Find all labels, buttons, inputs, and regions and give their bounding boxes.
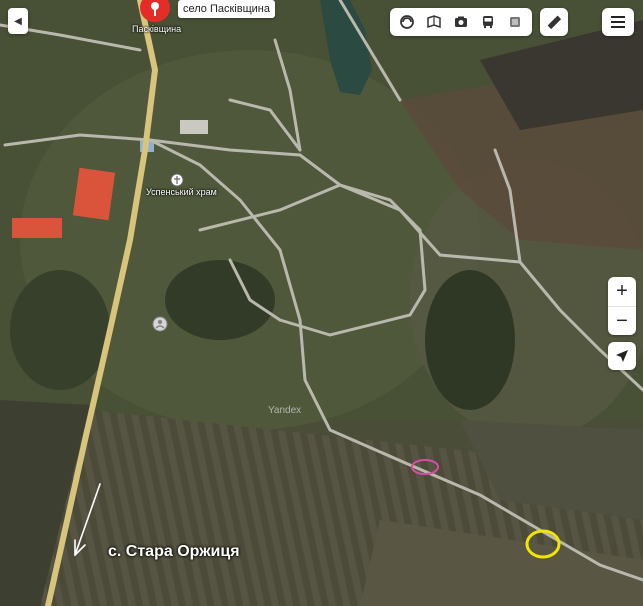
locate-button[interactable] — [608, 342, 636, 370]
traffic-icon[interactable] — [504, 11, 526, 33]
annotation-label: с. Стара Оржиця — [108, 543, 240, 560]
layers-icon[interactable] — [396, 11, 418, 33]
transit-icon[interactable] — [477, 11, 499, 33]
chevron-left-icon: ◀ — [14, 15, 22, 27]
settlement-pin-label[interactable]: село Пасківщина — [178, 0, 275, 18]
map-layers-toolbar — [390, 8, 532, 36]
zoom-out-button[interactable]: − — [608, 306, 636, 336]
zoom-in-button[interactable]: + — [608, 277, 636, 306]
settlement-name-label: Пасківщина — [132, 24, 182, 34]
sidebar-toggle-button[interactable]: ◀ — [8, 8, 28, 34]
zoom-control: + − — [608, 277, 636, 335]
menu-button[interactable] — [602, 8, 634, 36]
map-watermark: Yandex — [268, 405, 302, 416]
locate-arrow-icon — [616, 350, 628, 362]
ruler-button[interactable] — [540, 8, 568, 36]
satellite-map[interactable] — [0, 0, 643, 606]
church-label: Успенський храм — [146, 187, 217, 197]
camera-icon[interactable] — [450, 11, 472, 33]
menu-icon — [611, 16, 625, 28]
panorama-icon[interactable] — [423, 11, 445, 33]
ruler-icon — [547, 15, 562, 30]
